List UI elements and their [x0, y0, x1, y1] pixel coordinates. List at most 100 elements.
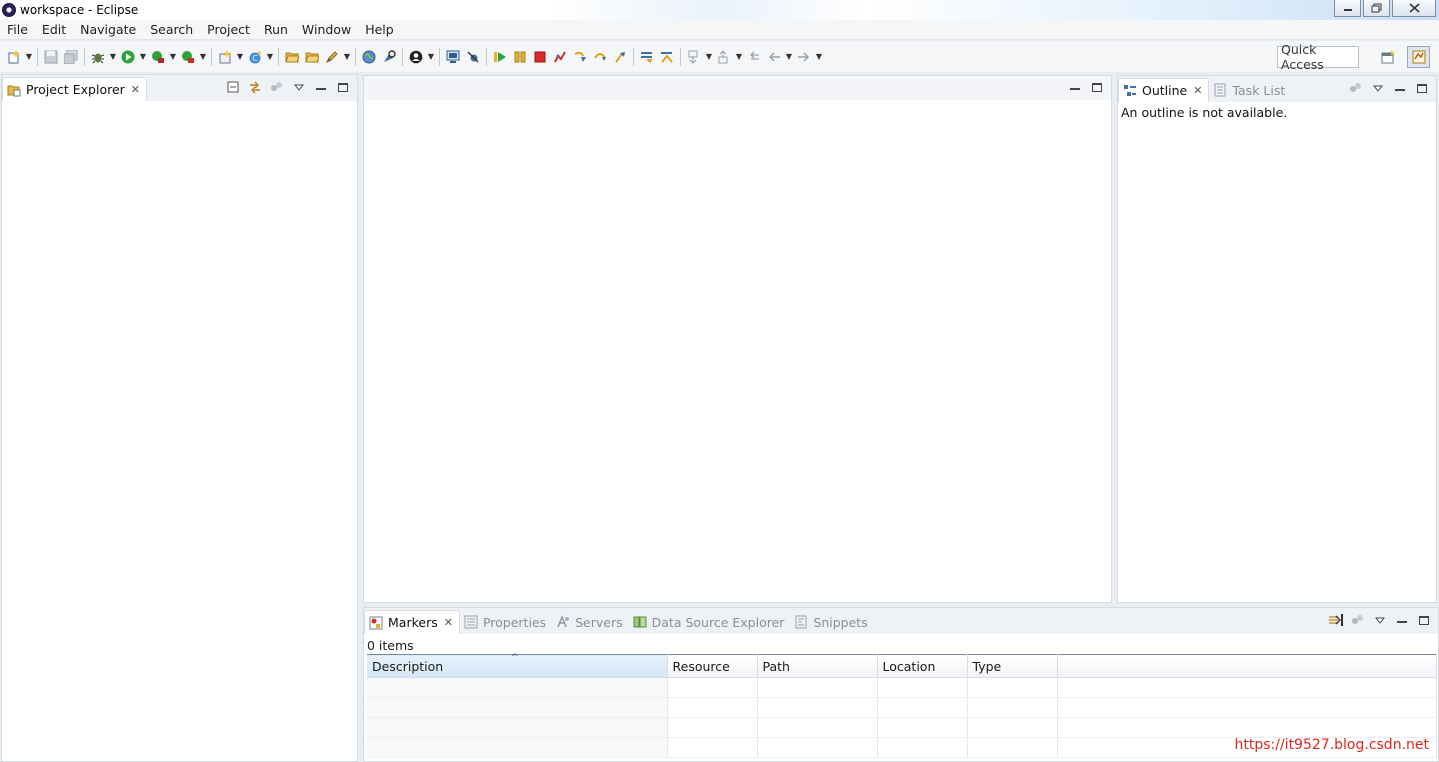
column-header-location[interactable]: Location [877, 654, 968, 678]
close-tab-icon[interactable]: ✕ [444, 616, 453, 629]
menu-navigate[interactable]: Navigate [73, 22, 143, 37]
new-dropdown[interactable]: ▼ [24, 47, 34, 67]
skip-breakpoints-button[interactable] [463, 47, 483, 67]
data-source-icon [633, 616, 647, 628]
table-cell [757, 677, 878, 698]
resume-icon [494, 51, 506, 62]
next-annotation-dropdown[interactable]: ▼ [704, 47, 714, 67]
filter-button[interactable] [1350, 612, 1366, 628]
filter-button[interactable] [269, 79, 285, 95]
new-server-button[interactable] [215, 47, 235, 67]
forward-dropdown[interactable]: ▼ [814, 47, 824, 67]
close-button[interactable] [1392, 0, 1436, 17]
minimize-view-button[interactable] [1394, 612, 1410, 628]
open-perspective-button[interactable] [1376, 46, 1399, 68]
maximize-view-button[interactable] [1416, 612, 1432, 628]
minimize-editor-button[interactable] [1067, 79, 1083, 95]
resume-button[interactable] [490, 47, 510, 67]
previous-annotation-dropdown[interactable]: ▼ [734, 47, 744, 67]
open-task-button[interactable] [322, 47, 342, 67]
menu-search[interactable]: Search [143, 22, 200, 37]
column-header-resource[interactable]: Resource [667, 654, 758, 678]
step-into-button[interactable] [570, 47, 590, 67]
globe-icon [362, 50, 376, 63]
view-menu-button[interactable] [1372, 612, 1388, 628]
new-class-button[interactable]: C [245, 47, 265, 67]
maximize-editor-button[interactable] [1089, 79, 1105, 95]
open-task-dropdown[interactable]: ▼ [342, 47, 352, 67]
open-resource-button[interactable] [302, 47, 322, 67]
tab-properties[interactable]: Properties [460, 610, 552, 634]
editor-area[interactable] [363, 75, 1112, 603]
table-cell [1057, 697, 1437, 718]
debug-button[interactable] [88, 47, 108, 67]
quick-access-input[interactable]: Quick Access [1277, 42, 1359, 72]
collapse-all-button[interactable] [225, 79, 241, 95]
use-step-filters-button[interactable] [657, 47, 677, 67]
back-dropdown[interactable]: ▼ [784, 47, 794, 67]
disconnect-button[interactable] [550, 47, 570, 67]
column-header-description[interactable]: Description ^ [367, 653, 668, 678]
menu-help[interactable]: Help [358, 22, 401, 37]
step-over-button[interactable] [590, 47, 610, 67]
next-annotation-button[interactable] [684, 47, 704, 67]
previous-annotation-button[interactable] [714, 47, 734, 67]
tab-task-list[interactable]: Task List [1209, 78, 1291, 102]
toolbar-separator [402, 47, 403, 66]
coverage-dropdown[interactable]: ▼ [168, 47, 178, 67]
external-tools-dropdown[interactable]: ▼ [198, 47, 208, 67]
column-header-type[interactable]: Type [967, 654, 1058, 678]
external-tools-button[interactable] [178, 47, 198, 67]
save-button[interactable] [41, 47, 61, 67]
minimize-view-button[interactable] [1392, 80, 1408, 96]
save-all-button[interactable] [61, 47, 81, 67]
new-server-dropdown[interactable]: ▼ [235, 47, 245, 67]
maximize-view-button[interactable] [1414, 80, 1430, 96]
view-menu-button[interactable] [291, 79, 307, 95]
run-button[interactable] [118, 47, 138, 67]
new-class-dropdown[interactable]: ▼ [265, 47, 275, 67]
forward-button[interactable] [794, 47, 814, 67]
open-type-button[interactable] [282, 47, 302, 67]
menu-window[interactable]: Window [295, 22, 358, 37]
restore-button[interactable] [1363, 0, 1390, 17]
last-edit-location-button[interactable] [744, 47, 764, 67]
view-menu-button[interactable] [1370, 80, 1386, 96]
minimize-view-button[interactable] [313, 79, 329, 95]
step-return-button[interactable] [610, 47, 630, 67]
outline-tools [1348, 80, 1430, 96]
tab-markers[interactable]: Markers ✕ [364, 610, 460, 634]
tab-snippets[interactable]: Snippets [790, 610, 873, 634]
user-button[interactable] [406, 47, 426, 67]
console-button[interactable] [443, 47, 463, 67]
perspective-javaee-button[interactable] [1407, 46, 1430, 68]
tab-data-source-explorer[interactable]: Data Source Explorer [629, 610, 791, 634]
drop-to-frame-button[interactable] [637, 47, 657, 67]
tab-outline[interactable]: Outline ✕ [1118, 78, 1210, 102]
new-button[interactable] [4, 47, 24, 67]
debug-dropdown[interactable]: ▼ [108, 47, 118, 67]
run-dropdown[interactable]: ▼ [138, 47, 148, 67]
back-button[interactable] [764, 47, 784, 67]
user-dropdown[interactable]: ▼ [426, 47, 436, 67]
menu-project[interactable]: Project [200, 22, 257, 37]
tab-servers[interactable]: Servers [552, 610, 629, 634]
terminate-button[interactable] [530, 47, 550, 67]
column-header-path[interactable]: Path [757, 654, 878, 678]
search-tool-button[interactable] [379, 47, 399, 67]
close-tab-icon[interactable]: ✕ [1193, 84, 1202, 97]
filter-button[interactable] [1348, 80, 1364, 96]
save-all-icon [64, 49, 78, 64]
menu-edit[interactable]: Edit [35, 22, 73, 37]
web-browser-button[interactable] [359, 47, 379, 67]
minimize-button[interactable] [1334, 0, 1361, 17]
maximize-view-button[interactable] [335, 79, 351, 95]
menu-file[interactable]: File [0, 22, 35, 37]
coverage-button[interactable] [148, 47, 168, 67]
close-tab-icon[interactable]: ✕ [131, 83, 140, 96]
link-with-editor-button[interactable] [247, 79, 263, 95]
tab-project-explorer[interactable]: Project Explorer ✕ [2, 77, 148, 101]
menu-run[interactable]: Run [257, 22, 295, 37]
suspend-button[interactable] [510, 47, 530, 67]
focus-on-workbench-button[interactable] [1328, 612, 1344, 628]
